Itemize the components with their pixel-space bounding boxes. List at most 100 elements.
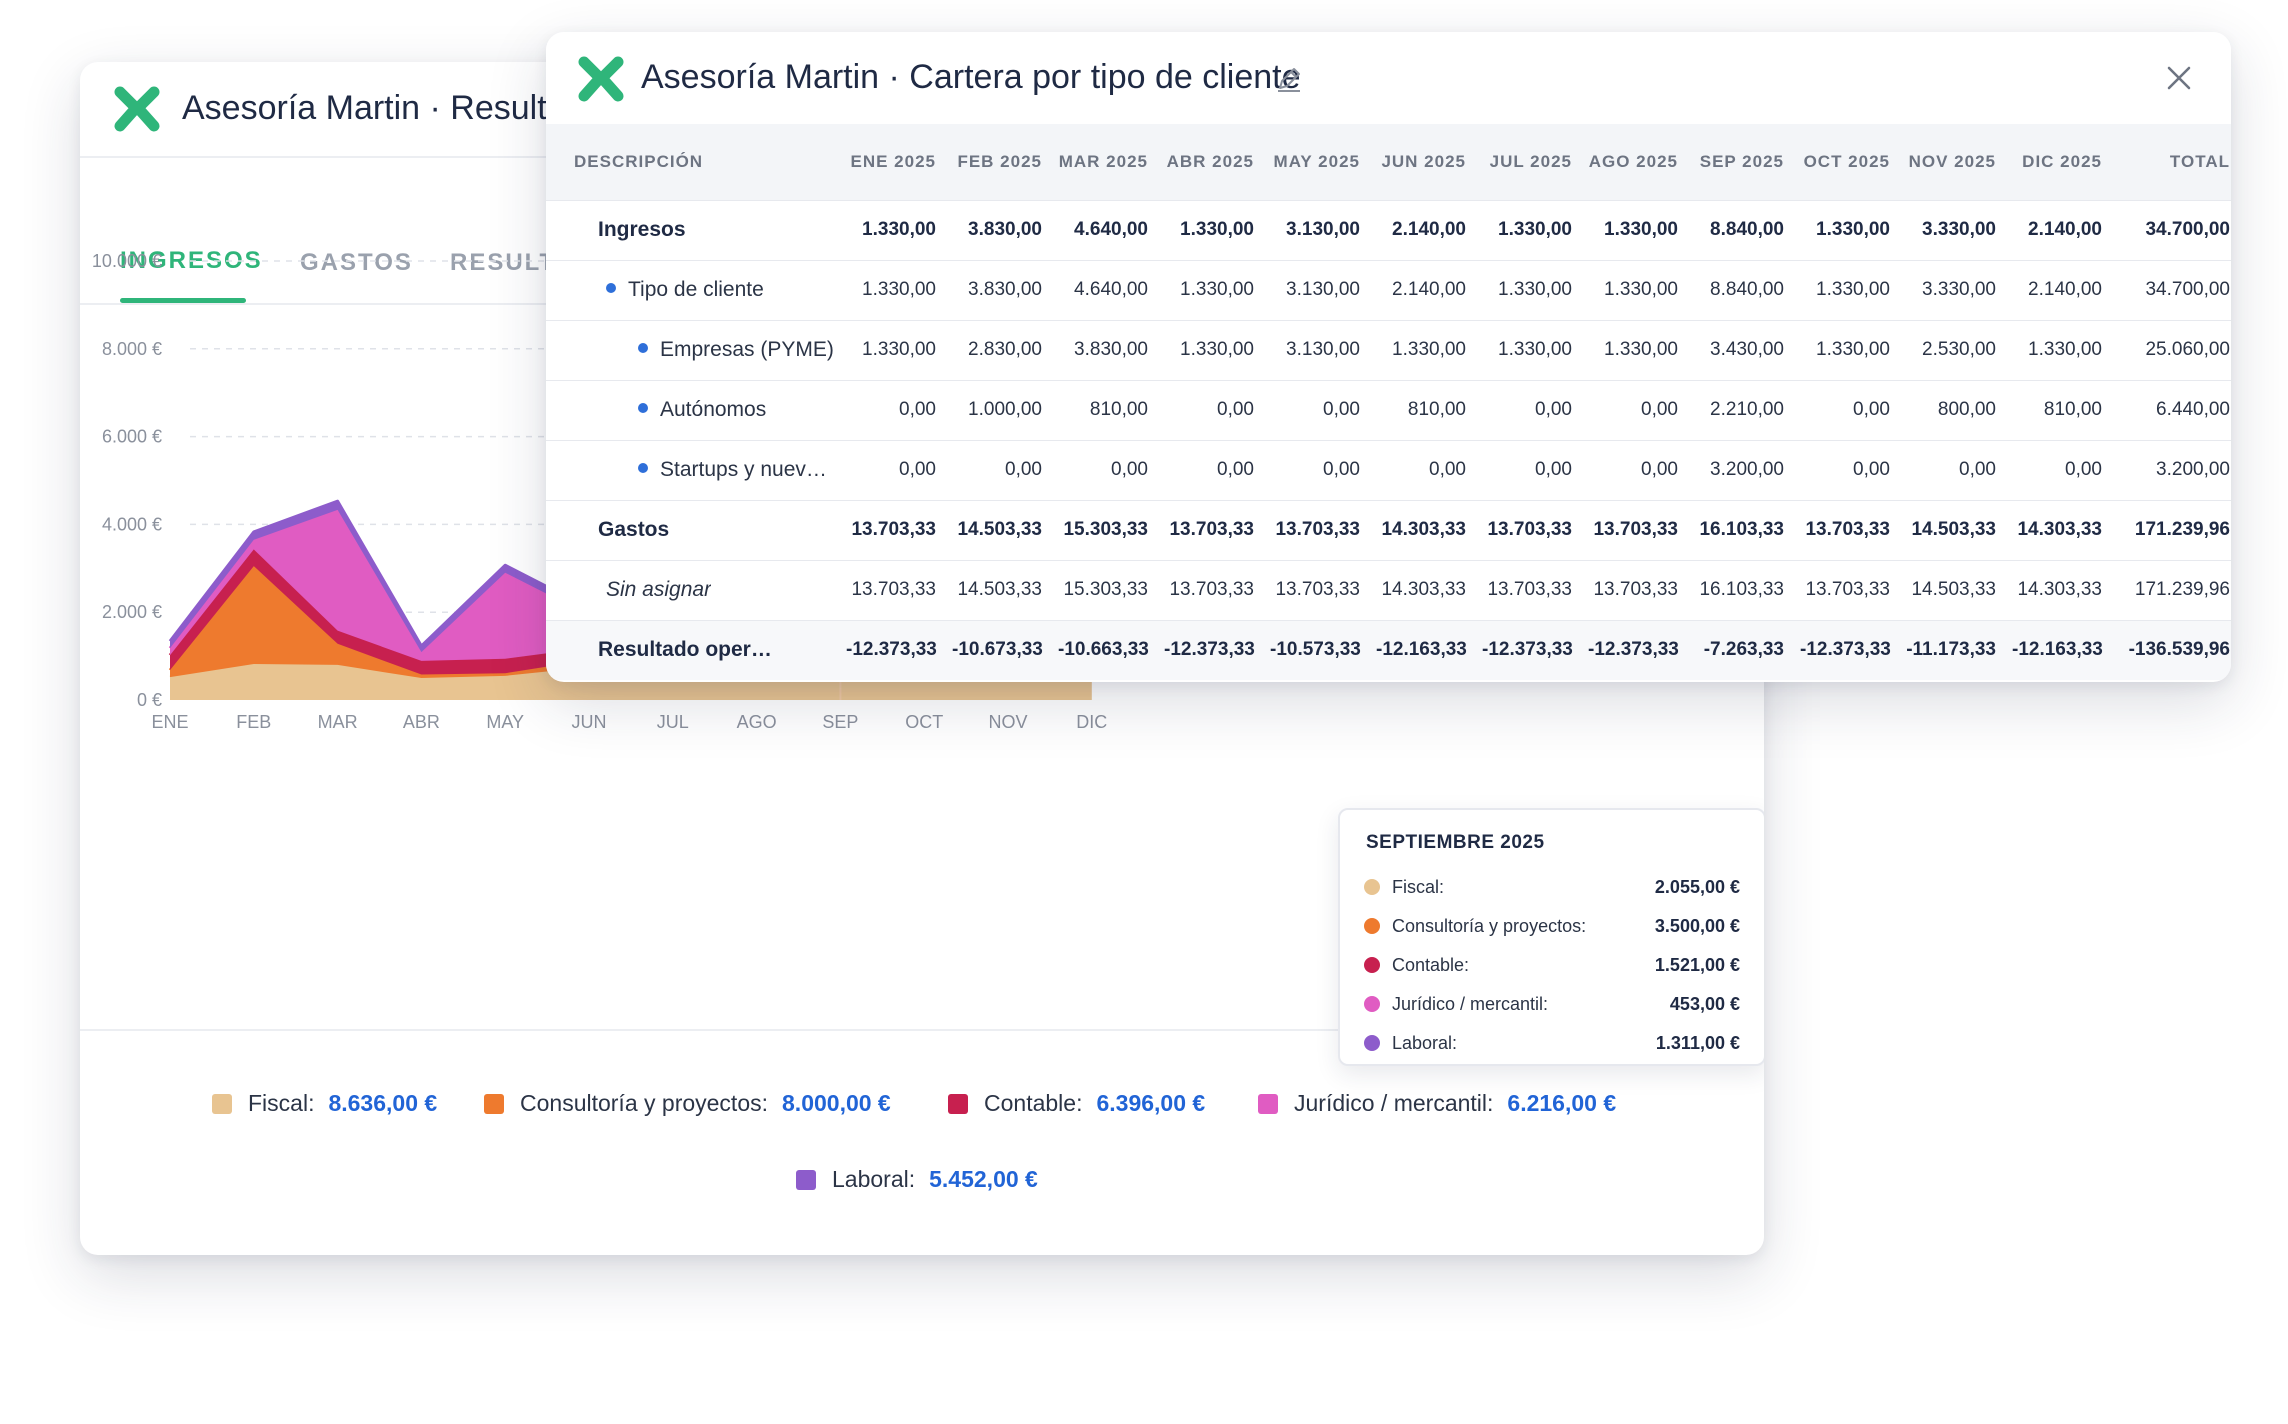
table-row[interactable]: Startups y nuevas… 0,00 0,00 0,00 0,00 0,00 0,… [546,440,2231,500]
tooltip-value: 3.500,00 € [1654,915,1740,936]
row-label-cell: Empresas (PYME) [546,320,846,380]
pencil-icon[interactable] [1274,64,1304,94]
table-cell: -12.163,33 [2012,639,2103,661]
legend-colon: : [908,1166,916,1192]
table-row[interactable]: Empresas (PYME) 1.330,00 2.830,00 3.830,00 1… [546,320,2231,380]
table-cell: 6.440,00 [2156,399,2230,420]
table-cell: 3.330,00 [1922,279,1996,300]
x-tick-label: AGO [737,712,777,732]
row-label-cell: Tipo de cliente [546,260,846,320]
column-header[interactable]: ABR 2025 [1164,124,1270,200]
table-cell: 3.130,00 [1286,339,1360,360]
table-cell: 1.330,00 [1498,219,1572,240]
column-header[interactable]: JUN 2025 [1376,124,1482,200]
legend-colon: : [761,1090,769,1116]
table-cell: 0,00 [1217,459,1254,480]
tooltip-dot [1364,1035,1380,1051]
table-cell: -12.373,33 [1482,639,1573,661]
y-tick-label: 4.000 € [102,514,162,534]
column-header[interactable]: JUL 2025 [1482,124,1588,200]
column-header[interactable]: MAR 2025 [1058,124,1164,200]
table-cell: -10.673,33 [952,639,1043,661]
legend-item-consultoria[interactable]: Consultoría y proyectos : 8.000,00 € [484,1090,891,1117]
column-header-description[interactable]: DESCRIPCIÓN [546,124,846,200]
table-cell: 3.830,00 [1074,339,1148,360]
table-row[interactable]: Gastos 13.703,33 14.503,33 15.303,33 13.703,… [546,500,2231,560]
table-cell: 1.330,00 [2028,339,2102,360]
column-header[interactable]: ENE 2025 [846,124,952,200]
column-header[interactable]: OCT 2025 [1800,124,1906,200]
table-cell: 2.210,00 [1710,399,1784,420]
table-cell: 171.239,96 [2134,519,2230,540]
close-icon[interactable] [2164,63,2194,93]
y-tick-label: 2.000 € [102,602,162,622]
table-cell: 0,00 [1323,399,1360,420]
x-tick-label: FEB [236,712,271,732]
table-cell: 4.640,00 [1074,279,1148,300]
legend-item-fiscal[interactable]: Fiscal : 8.636,00 € [212,1090,437,1117]
table-cell: 1.330,00 [1180,339,1254,360]
legend-value: 8.000,00 € [782,1090,891,1116]
table-cell: 0,00 [1641,399,1678,420]
column-header[interactable]: MAY 2025 [1270,124,1376,200]
legend-label: Consultoría y proyectos [520,1090,762,1116]
tooltip-row-juridico: Jurídico / mercantil: 453,00 € [1364,991,1740,1017]
table-cell: 1.330,00 [1180,219,1254,240]
table-row[interactable]: Resultado operativo -12.373,33 -10.673,33 -… [546,620,2231,680]
row-label: Startups y nuevas… [660,458,838,482]
legend-item-juridico[interactable]: Jurídico / mercantil : 6.216,00 € [1258,1090,1616,1117]
tooltip-row-fiscal: Fiscal: 2.055,00 € [1364,874,1740,900]
column-header[interactable]: AGO 2025 [1588,124,1694,200]
legend-item-contable[interactable]: Contable : 6.396,00 € [948,1090,1205,1117]
column-header[interactable]: DIC 2025 [2012,124,2118,200]
y-tick-label: 8.000 € [102,339,162,359]
column-header[interactable]: NOV 2025 [1906,124,2012,200]
table-cell: 3.330,00 [1922,219,1996,240]
tooltip-value: 1.311,00 € [1655,1032,1740,1053]
row-label: Sin asignar [606,578,712,602]
table-cell: 171.239,96 [2134,579,2230,600]
row-label-cell: Autónomos [546,380,846,440]
column-header[interactable]: SEP 2025 [1694,124,1800,200]
table-cell: 3.830,00 [968,279,1042,300]
tooltip-row-contable: Contable: 1.521,00 € [1364,952,1740,978]
table-cell: 14.503,33 [957,519,1042,540]
tooltip-value: 1.521,00 € [1654,954,1740,975]
table-cell: 810,00 [2043,399,2102,420]
legend-label: Fiscal [248,1090,309,1116]
row-label-cell: Ingresos [546,200,846,260]
row-label: Resultado operativo [598,638,776,662]
table-cell: 34.700,00 [2145,279,2230,300]
x-tick-label: JUL [657,712,689,732]
tooltip-value: 2.055,00 € [1654,876,1740,897]
legend-colon: : [1487,1090,1494,1116]
y-tick-label: 0 € [137,690,162,710]
row-label-cell: Sin asignar [546,560,846,620]
table-cell: -12.373,33 [1588,639,1679,661]
window-title: Asesoría Martin · Cartera por tipo de cl… [641,58,1301,96]
table-cell: 8.840,00 [1710,279,1784,300]
legend-value: 8.636,00 € [328,1090,438,1116]
table-cell: 0,00 [1111,459,1148,480]
table-cell: 14.503,33 [1911,519,1996,540]
table-row[interactable]: Autónomos 0,00 1.000,00 810,00 0,00 0,00 810,0… [546,380,2231,440]
table-cell: -136.539,96 [2128,639,2230,661]
portfolio-table: DESCRIPCIÓN ENE 2025 FEB 2025 MAR 2025 ABR 2… [546,124,2231,680]
table-row[interactable]: Sin asignar 13.703,33 14.503,33 15.303,33 13… [546,560,2231,620]
legend-item-laboral[interactable]: Laboral : 5.452,00 € [796,1166,1038,1193]
table-row[interactable]: Tipo de cliente 1.330,00 3.830,00 4.640,00 1… [546,260,2231,320]
row-label: Autónomos [660,398,767,422]
table-cell: 4.640,00 [1074,219,1148,240]
table-cell: 0,00 [1429,459,1466,480]
column-header[interactable]: TOTAL [2118,124,2231,200]
table-cell: 13.703,33 [1805,519,1890,540]
table-row[interactable]: Ingresos 1.330,00 3.830,00 4.640,00 1.330,00… [546,200,2231,260]
column-header[interactable]: FEB 2025 [952,124,1058,200]
table-cell: 0,00 [899,459,936,480]
table-cell: 0,00 [1853,459,1890,480]
table-cell: 2.140,00 [2028,219,2102,240]
legend-colon: : [1076,1090,1083,1116]
table-cell: 16.103,33 [1699,579,1784,600]
tooltip-label: Fiscal: [1392,876,1445,897]
row-label-cell: Startups y nuevas… [546,440,846,500]
